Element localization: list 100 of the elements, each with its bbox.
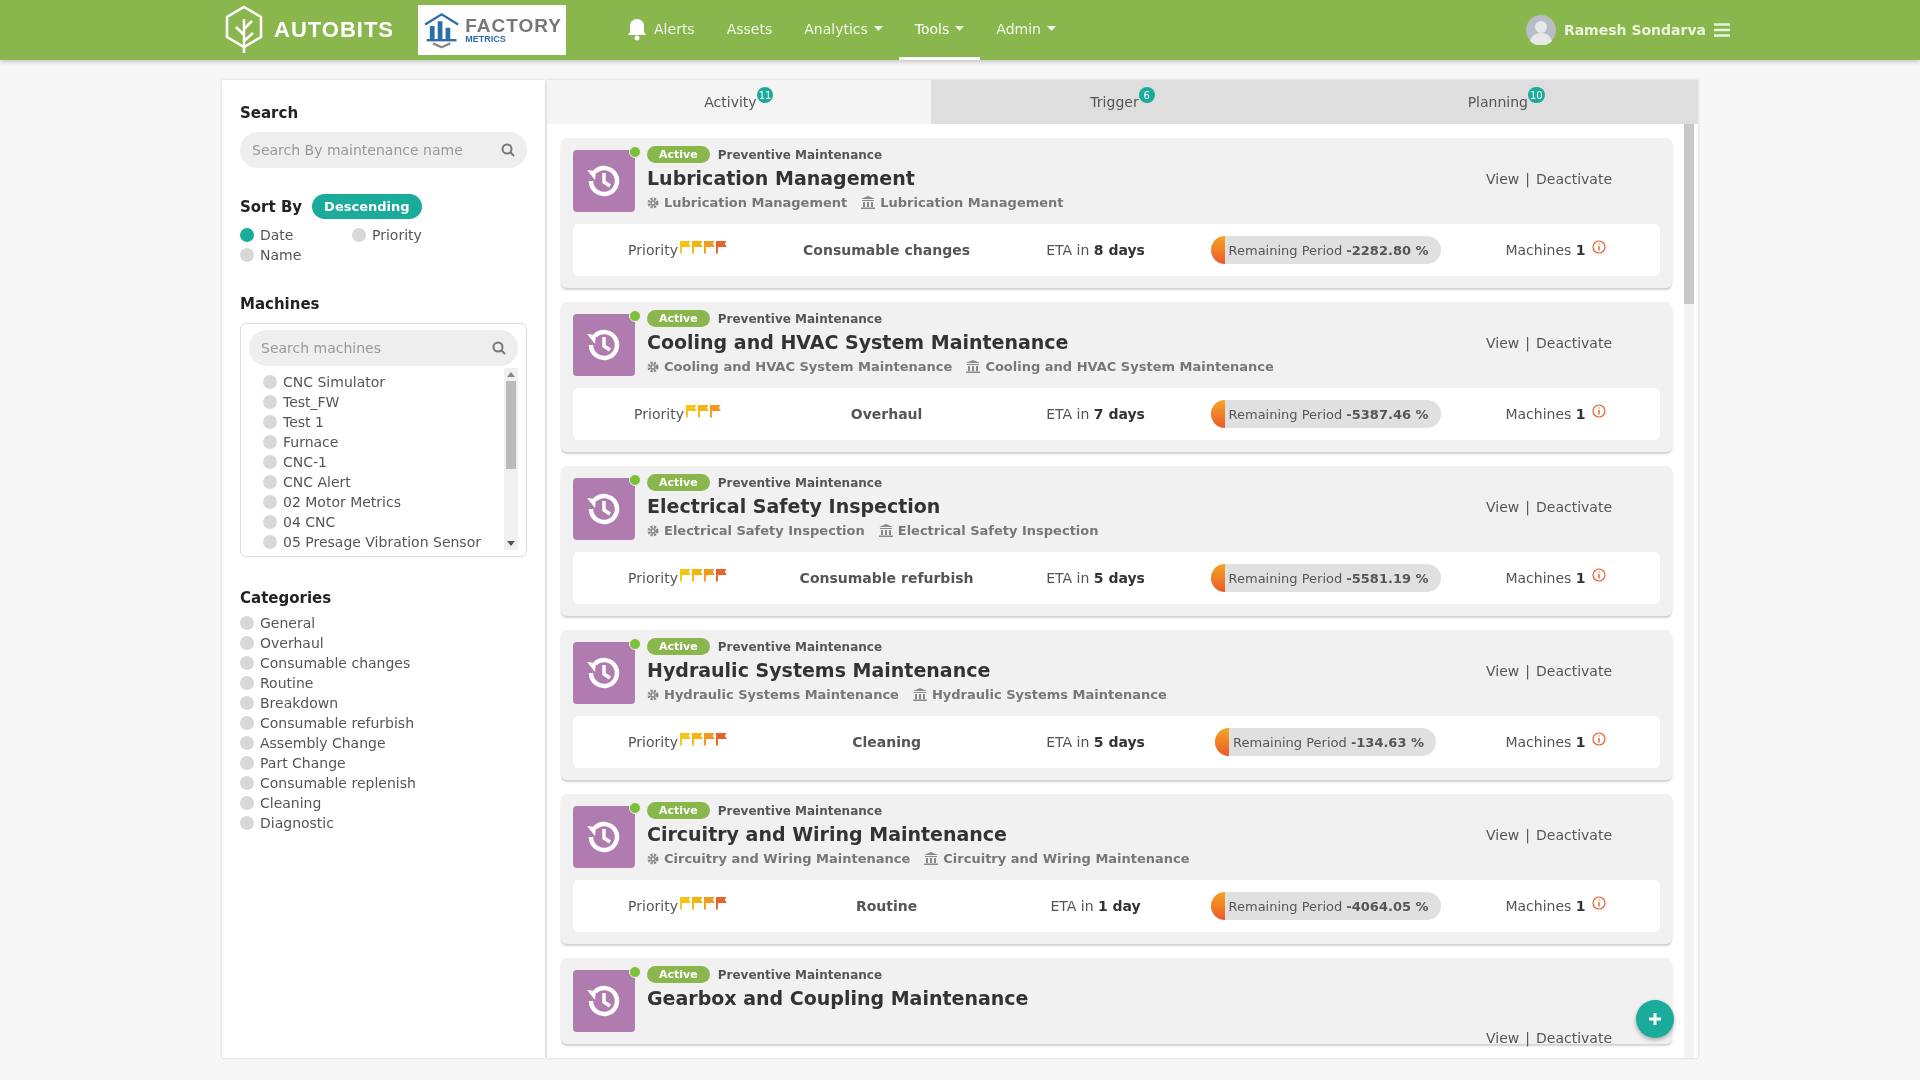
section-heading: Search (240, 104, 300, 122)
checkbox[interactable] (263, 415, 277, 429)
deactivate-link[interactable]: Deactivate (1536, 663, 1612, 679)
checkbox[interactable] (240, 716, 254, 730)
priority-label: Priority (628, 570, 678, 586)
radio-button[interactable] (240, 248, 254, 262)
info-icon[interactable] (1591, 404, 1606, 418)
checkbox[interactable] (263, 455, 277, 469)
checkbox[interactable] (240, 756, 254, 770)
remaining-period-pill: Remaining Period -2282.80 % (1210, 236, 1441, 264)
deactivate-link[interactable]: Deactivate (1536, 827, 1612, 843)
eta-label: ETA in 1 day (1050, 898, 1141, 914)
status-badge: Active (647, 802, 710, 819)
online-dot (629, 802, 641, 814)
checkbox[interactable] (263, 395, 277, 409)
priority-label: Priority (628, 242, 678, 258)
checkbox[interactable] (263, 515, 277, 529)
view-link[interactable]: View (1486, 663, 1520, 679)
remaining-period-pill: Remaining Period -5581.19 % (1210, 564, 1441, 592)
checkbox[interactable] (240, 616, 254, 630)
checkbox[interactable] (263, 435, 277, 449)
checkbox[interactable] (263, 535, 277, 549)
checkbox-label: Consumable changes (260, 655, 411, 671)
checkbox[interactable] (240, 796, 254, 810)
deactivate-link[interactable]: Deactivate (1536, 499, 1612, 515)
remaining-period-pill: Remaining Period -5387.46 % (1210, 400, 1441, 428)
asset-label: Cooling and HVAC System Maintenance (966, 359, 1274, 374)
checkbox[interactable] (263, 475, 277, 489)
component-label: Cooling and HVAC System Maintenance (647, 359, 953, 374)
remaining-period-pill: Remaining Period -134.63 % (1215, 728, 1436, 756)
scrollbar[interactable] (1684, 124, 1694, 1058)
view-link[interactable]: View (1486, 499, 1520, 515)
count-badge: 6 (1138, 87, 1155, 103)
online-dot (629, 146, 641, 158)
radio-button[interactable] (240, 228, 254, 242)
view-link[interactable]: View (1486, 827, 1520, 843)
scroll-down-icon[interactable] (507, 541, 515, 546)
checkbox-label: 02 Motor Metrics (283, 494, 401, 510)
priority-label: Priority (628, 898, 678, 914)
radio-button[interactable] (352, 228, 366, 242)
checkbox-label: Routine (260, 675, 314, 691)
checkbox[interactable] (263, 375, 277, 389)
section-heading: Categories (240, 589, 333, 607)
category-label: Overhaul (850, 406, 923, 422)
checkbox[interactable] (240, 736, 254, 750)
deactivate-link[interactable]: Deactivate (1536, 171, 1612, 187)
checkbox-label: Test_FW (283, 394, 340, 410)
building-icon (912, 688, 927, 701)
checkbox-label: Cleaning (260, 795, 322, 811)
checkbox-label: 05 Presage Vibration Sensor (283, 534, 481, 550)
asset-label: Circuitry and Wiring Maintenance (924, 851, 1190, 866)
menu-icon[interactable] (1714, 23, 1730, 37)
checkbox[interactable] (240, 656, 254, 670)
count-badge: 11 (756, 87, 774, 103)
search-icon[interactable] (501, 143, 515, 157)
checkbox-label: Consumable refurbish (260, 715, 414, 731)
checkbox[interactable] (263, 495, 277, 509)
maintenance-type: Preventive Maintenance (717, 803, 883, 818)
checkbox[interactable] (240, 636, 254, 650)
caret-icon (873, 25, 883, 32)
checkbox-label: Furnace (283, 434, 339, 450)
gear-icon (647, 688, 659, 701)
avatar-icon[interactable] (1525, 15, 1556, 45)
deactivate-link[interactable]: Deactivate (1536, 1030, 1612, 1046)
search-field[interactable]: Search machines (249, 330, 518, 366)
info-icon[interactable] (1591, 568, 1606, 582)
info-icon[interactable] (1591, 240, 1606, 254)
maintenance-type: Preventive Maintenance (717, 311, 883, 326)
checkbox[interactable] (240, 676, 254, 690)
scrollbar[interactable] (504, 368, 518, 550)
info-icon[interactable] (1591, 732, 1606, 746)
eta-label: ETA in 5 days (1046, 570, 1145, 586)
component-label: Electrical Safety Inspection (647, 523, 865, 538)
checkbox[interactable] (240, 776, 254, 790)
view-link[interactable]: View (1486, 335, 1520, 351)
category-label: Consumable changes (803, 242, 970, 258)
category-label: Routine (855, 898, 918, 914)
scroll-up-icon[interactable] (507, 372, 515, 377)
checkbox-label: Overhaul (260, 635, 324, 651)
checkbox[interactable] (240, 816, 254, 830)
view-link[interactable]: View (1486, 171, 1520, 187)
machines-label: Machines 1 (1505, 898, 1586, 914)
search-field[interactable]: Search By maintenance name (240, 132, 527, 168)
view-link[interactable]: View (1486, 1030, 1520, 1046)
deactivate-link[interactable]: Deactivate (1536, 335, 1612, 351)
search-icon[interactable] (492, 341, 506, 355)
checkbox-label: CNC Alert (283, 474, 351, 490)
maintenance-type: Preventive Maintenance (717, 967, 883, 982)
online-dot (629, 638, 641, 650)
tab[interactable]: Trigger 6 (930, 80, 1315, 124)
info-icon[interactable] (1591, 896, 1606, 910)
eta-label: ETA in 5 days (1046, 734, 1145, 750)
checkbox[interactable] (240, 696, 254, 710)
asset-label: Hydraulic Systems Maintenance (912, 687, 1167, 702)
component-label: Circuitry and Wiring Maintenance (647, 851, 911, 866)
online-dot (629, 966, 641, 978)
asset-label: Electrical Safety Inspection (878, 523, 1099, 538)
plus-icon (1648, 1012, 1662, 1026)
checkbox-label: 04 CNC (283, 514, 336, 530)
maintenance-title: Circuitry and Wiring Maintenance (647, 823, 1008, 845)
